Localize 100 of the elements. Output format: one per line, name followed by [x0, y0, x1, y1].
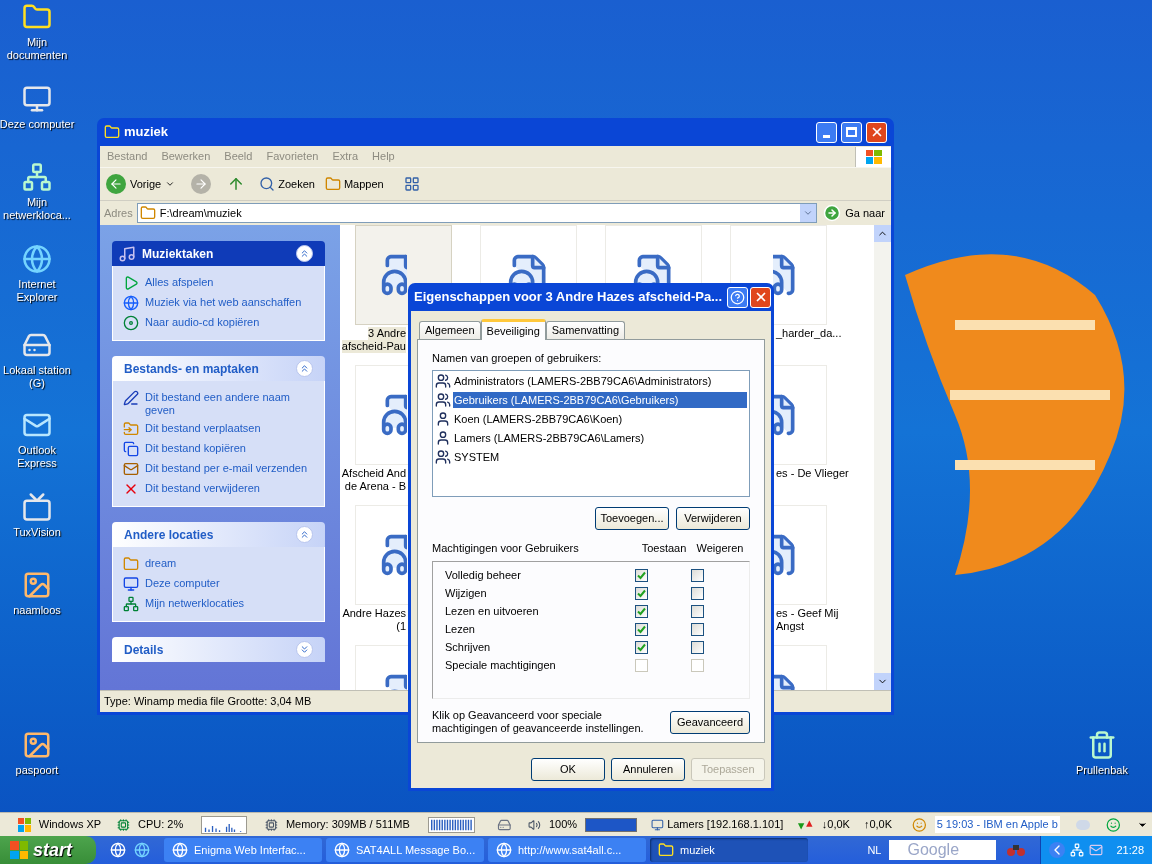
desktop-icon-label: Prullenbak: [1076, 764, 1128, 777]
list-item[interactable]: SYSTEM: [453, 448, 747, 465]
list-item[interactable]: Lamers (LAMERS-2BB79CA6\Lamers): [453, 429, 747, 446]
column-header: Weigeren: [695, 540, 745, 556]
close-button[interactable]: [866, 121, 887, 143]
add-button[interactable]: Toevoegen...: [595, 506, 669, 530]
window-title: muziek: [124, 123, 170, 142]
task-link[interactable]: Dit bestand kopiëren: [145, 441, 246, 455]
checkbox[interactable]: [690, 569, 704, 582]
task-link[interactable]: Dit bestand verwijderen: [145, 481, 260, 495]
permission-name: Lezen: [445, 622, 476, 638]
menu-item[interactable]: Bestand: [100, 148, 155, 165]
drive-icon: [497, 817, 513, 832]
search-button[interactable]: Zoeken: [259, 175, 315, 193]
tab[interactable]: Beveiliging: [480, 319, 546, 340]
image-icon: [22, 730, 52, 760]
volume-label: 100%: [548, 817, 578, 833]
network-icon[interactable]: [1070, 843, 1085, 857]
note-icon: [118, 244, 136, 263]
remove-button[interactable]: Verwijderen: [676, 506, 750, 530]
panel-header[interactable]: Andere locaties: [112, 522, 325, 547]
checkbox[interactable]: [690, 587, 704, 600]
menu-item[interactable]: Help: [365, 148, 402, 165]
download-rate: ↓0,0K: [821, 817, 850, 833]
menu-item[interactable]: Beeld: [217, 148, 260, 165]
advanced-note: Klik op Geavanceerd voor speciale machtigingen of geavanceerde instellingen.: [432, 709, 645, 735]
users-icon: [435, 391, 451, 408]
desktop-icon-label: Outlook Express: [16, 444, 58, 470]
maximize-button[interactable]: [841, 121, 862, 143]
chevron-icon[interactable]: [1049, 842, 1066, 858]
close-button[interactable]: [750, 286, 771, 308]
minimize-button[interactable]: [816, 121, 837, 143]
panel-header[interactable]: Bestands- en maptaken: [112, 356, 325, 381]
address-field[interactable]: F:\dream\muziek: [136, 203, 818, 223]
task-link[interactable]: Naar audio-cd kopiëren: [145, 315, 260, 329]
file-name: es - De Vlieger: [776, 467, 849, 480]
tv-icon: [22, 492, 52, 522]
menu-item[interactable]: Bewerken: [154, 148, 218, 165]
chip-icon: [117, 817, 130, 832]
checkbox[interactable]: [690, 623, 704, 636]
folder-icon: [139, 205, 156, 221]
go-button[interactable]: Ga naar: [821, 204, 887, 222]
taskbar-button[interactable]: Enigma Web Interfac...: [164, 838, 322, 862]
checkbox[interactable]: [690, 605, 704, 618]
task-link[interactable]: Mijn netwerklocaties: [145, 596, 245, 610]
tab[interactable]: Samenvatting: [545, 321, 625, 339]
advanced-button[interactable]: Geavanceerd: [670, 710, 750, 734]
menu-item[interactable]: Extra: [325, 148, 366, 165]
permission-name: Wijzigen: [445, 586, 488, 602]
globe-icon[interactable]: [134, 842, 150, 858]
folders-button[interactable]: Mappen: [324, 175, 384, 193]
list-item[interactable]: Koen (LAMERS-2BB79CA6\Koen): [453, 410, 747, 427]
taskbar-button[interactable]: http://www.sat4all.c...: [488, 838, 646, 862]
checkbox[interactable]: [634, 587, 648, 600]
transfer-arrows-icon: [797, 818, 814, 831]
folder-icon: [104, 124, 120, 140]
status-bar-text: Type: Winamp media file Grootte: 3,04 MB: [104, 694, 312, 710]
list-item[interactable]: Administrators (LAMERS-2BB79CA6\Administrators): [453, 372, 747, 389]
help-button[interactable]: [727, 286, 748, 308]
users-icon: [435, 372, 451, 389]
checkbox[interactable]: [634, 641, 648, 654]
menu-item[interactable]: Favorieten: [259, 148, 326, 165]
task-link[interactable]: Alles afspelen: [145, 275, 214, 289]
taskbar-button[interactable]: SAT4ALL Message Bo...: [326, 838, 484, 862]
dialog-button[interactable]: Annuleren: [611, 758, 685, 781]
panel-header[interactable]: Muziektaken: [112, 241, 325, 266]
dialog-button[interactable]: OK: [531, 758, 605, 781]
folder-arrow-icon: [123, 421, 139, 437]
list-item[interactable]: Gebruikers (LAMERS-2BB79CA6\Gebruikers): [453, 391, 747, 408]
search-field[interactable]: Google: [889, 840, 997, 860]
task-link[interactable]: dream: [145, 556, 177, 570]
checkbox[interactable]: [690, 641, 704, 654]
checkbox[interactable]: [634, 605, 648, 618]
views-icon[interactable]: [403, 176, 420, 192]
file-name: Afscheid And: [341, 467, 406, 480]
monitor-icon: [22, 84, 52, 114]
cpu-graph: [201, 815, 248, 834]
file-name: _harder_da...: [776, 327, 842, 340]
tab[interactable]: Algemeen: [419, 321, 481, 339]
task-link[interactable]: Dit bestand verplaatsen: [145, 421, 261, 435]
task-link[interactable]: Deze computer: [145, 576, 220, 590]
taskbar-button[interactable]: muziek: [650, 838, 808, 862]
users-list[interactable]: Administrators (LAMERS-2BB79CA6\Administrators) Gebruikers (LAMERS-2BB79CA6\Gebruikers) Koen (LAMERS-2BB79CA6\Koen) Lamers (LAMERS-2BB79CA6\Lamers) SYSTEM: [432, 369, 750, 497]
start-button[interactable]: start: [0, 836, 96, 864]
back-button[interactable]: Vorige: [106, 174, 176, 194]
task-link[interactable]: Dit bestand een andere naam geven: [145, 390, 314, 417]
checkbox[interactable]: [634, 569, 648, 582]
task-link[interactable]: Dit bestand per e-mail verzenden: [145, 461, 308, 475]
binoculars-icon: [1006, 843, 1027, 857]
task-link[interactable]: Muziek via het web aanschaffen: [145, 295, 302, 309]
permission-name: Volledig beheer: [445, 568, 522, 584]
checkbox[interactable]: [634, 623, 648, 636]
panel-header[interactable]: Details: [112, 637, 325, 662]
monitor-icon: [123, 576, 139, 592]
play-icon: [123, 275, 139, 291]
help-icon: [730, 289, 745, 305]
os-label: Windows XP: [38, 817, 102, 833]
windows-logo-icon: [865, 149, 882, 164]
permission-name: Schrijven: [445, 640, 492, 656]
user-icon: [435, 429, 451, 446]
